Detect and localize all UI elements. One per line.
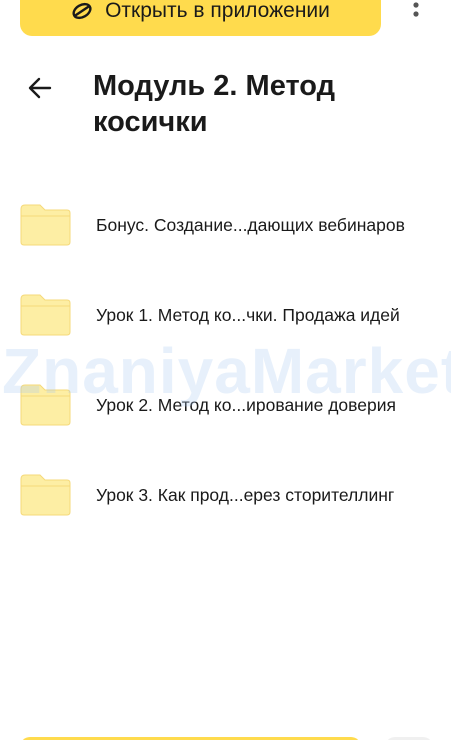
folder-icon bbox=[20, 294, 71, 336]
page-title: Модуль 2. Метод косички bbox=[93, 70, 336, 138]
list-item-folder[interactable]: Урок 3. Как прод...ерез сторителлинг bbox=[0, 450, 451, 540]
folder-icon bbox=[20, 384, 71, 426]
back-button[interactable] bbox=[24, 76, 56, 104]
list-item-folder[interactable]: Бонус. Создание...дающих вебинаров bbox=[0, 180, 451, 270]
open-in-app-button[interactable]: Открыть в приложении bbox=[20, 0, 381, 36]
folder-icon bbox=[20, 474, 71, 516]
folder-name: Урок 3. Как прод...ерез сторителлинг bbox=[96, 484, 395, 505]
folder-list: Бонус. Создание...дающих вебинаров Урок … bbox=[0, 180, 451, 540]
folder-icon bbox=[20, 204, 71, 246]
list-item-folder[interactable]: Урок 2. Метод ко...ирование доверия bbox=[0, 360, 451, 450]
folder-name: Урок 1. Метод ко...чки. Продажа идей bbox=[96, 304, 400, 325]
screen: Открыть в приложении Модуль 2. Метод кос… bbox=[0, 0, 451, 740]
folder-name: Урок 2. Метод ко...ирование доверия bbox=[96, 394, 396, 415]
more-menu-button[interactable] bbox=[406, 0, 426, 22]
arrow-left-icon bbox=[28, 77, 52, 104]
disk-icon bbox=[71, 0, 93, 22]
list-item-folder[interactable]: Урок 1. Метод ко...чки. Продажа идей bbox=[0, 270, 451, 360]
more-vertical-icon bbox=[413, 0, 419, 22]
folder-name: Бонус. Создание...дающих вебинаров bbox=[96, 214, 405, 235]
open-in-app-label: Открыть в приложении bbox=[105, 0, 330, 22]
